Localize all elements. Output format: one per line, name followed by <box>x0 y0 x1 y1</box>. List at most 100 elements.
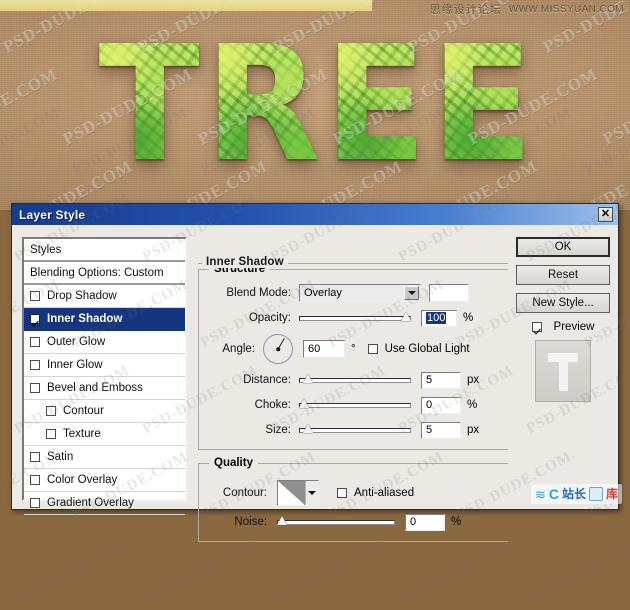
choke-slider[interactable] <box>299 398 411 412</box>
noise-thumb[interactable] <box>277 516 287 525</box>
style-row-contour[interactable]: Contour <box>24 400 185 423</box>
distance-slider[interactable] <box>299 373 411 387</box>
noise-row: Noise: 0 % <box>199 511 508 533</box>
style-row-label: Contour <box>63 405 104 417</box>
distance-input[interactable]: 5 <box>421 371 461 389</box>
blend-mode-value: Overlay <box>304 287 342 299</box>
style-row-outer-glow[interactable]: Outer Glow <box>24 331 185 354</box>
opacity-thumb[interactable] <box>401 312 411 321</box>
noise-unit: % <box>451 516 462 528</box>
preview-checkbox[interactable] <box>531 322 542 332</box>
opacity-slider[interactable] <box>299 311 411 325</box>
choke-thumb[interactable] <box>299 399 309 408</box>
opacity-input[interactable]: 100 <box>421 309 457 327</box>
size-input[interactable]: 5 <box>421 421 461 439</box>
dialog-titlebar[interactable]: Layer Style ✕ <box>12 204 618 225</box>
distance-value: 5 <box>426 374 433 386</box>
tree-letter-e2: E <box>430 12 532 198</box>
style-checkbox-8[interactable] <box>30 475 40 485</box>
size-thumb[interactable] <box>303 424 314 433</box>
style-checkbox-2[interactable] <box>30 337 40 347</box>
style-row-satin[interactable]: Satin <box>24 446 185 469</box>
styles-list-header[interactable]: Styles <box>24 239 185 262</box>
size-value: 5 <box>426 424 433 436</box>
use-global-light-checkbox[interactable] <box>367 344 378 354</box>
site-logo-tail: 库 <box>605 487 618 501</box>
styles-list[interactable]: Styles Blending Options: Custom Drop Sha… <box>22 237 187 515</box>
quality-fieldset: Quality Contour: Anti-aliased Noise: 0 % <box>198 457 508 542</box>
flame-icon: ≋ <box>534 486 546 502</box>
preview-row[interactable]: Preview <box>516 321 610 333</box>
tree-letter-e1: E <box>324 12 425 198</box>
structure-fieldset: Structure Blend Mode: Overlay Opacity: 1… <box>198 263 508 450</box>
anti-aliased-label: Anti-aliased <box>354 487 415 499</box>
noise-label: Noise: <box>234 516 267 528</box>
choke-unit: % <box>467 399 478 411</box>
style-checkbox-4[interactable] <box>30 383 40 393</box>
style-effect-rows: Drop Shadow Inner Shadow Outer Glow Inner G… <box>24 285 185 515</box>
style-row-bevel-and-emboss[interactable]: Bevel and Emboss <box>24 377 185 400</box>
style-checkbox-7[interactable] <box>30 452 40 462</box>
angle-value: 60 <box>308 343 321 355</box>
noise-value: 0 <box>410 516 417 528</box>
layer-style-dialog: Layer Style ✕ Styles Blending Options: C… <box>0 105 630 609</box>
style-row-inner-shadow[interactable]: Inner Shadow <box>24 308 185 331</box>
choke-label: Choke: <box>254 399 291 411</box>
anti-aliased-checkbox[interactable] <box>337 488 347 498</box>
size-label: Size: <box>265 424 291 436</box>
use-global-light-label: Use Global Light <box>384 343 470 355</box>
angle-hub <box>276 347 280 351</box>
contour-curve-icon <box>278 481 305 505</box>
site-watermark: 思缘设计论坛 WWW.MISSYUAN.COM <box>430 1 624 17</box>
style-row-inner-glow[interactable]: Inner Glow <box>24 354 185 377</box>
style-checkbox-5[interactable] <box>46 406 56 416</box>
contour-picker[interactable] <box>277 480 319 506</box>
size-slider[interactable] <box>299 423 411 437</box>
style-checkbox-9[interactable] <box>30 498 40 508</box>
style-row-drop-shadow[interactable]: Drop Shadow <box>24 285 185 308</box>
dialog-watermark: PSD-DUDE.COM <box>12 534 133 610</box>
contour-row: Contour: Anti-aliased <box>199 478 508 508</box>
style-checkbox-1[interactable] <box>30 314 40 324</box>
ok-button[interactable]: OK <box>516 237 610 257</box>
yellow-strip <box>0 0 372 11</box>
dialog-body: Styles Blending Options: Custom Drop Sha… <box>0 105 630 609</box>
blending-options-row[interactable]: Blending Options: Custom <box>24 262 185 285</box>
style-row-label: Inner Glow <box>47 359 103 371</box>
blend-mode-select[interactable]: Overlay <box>299 284 421 302</box>
noise-track <box>277 519 395 525</box>
dialog-watermark: PSD-DUDE.COM <box>140 534 261 610</box>
contour-chevron-down-icon[interactable] <box>305 481 318 505</box>
reset-button[interactable]: Reset <box>516 265 610 285</box>
style-checkbox-0[interactable] <box>30 291 40 301</box>
angle-label: Angle: <box>222 343 255 355</box>
style-row-label: Color Overlay <box>47 474 118 486</box>
site-watermark-url: WWW.MISSYUAN.COM <box>508 3 624 15</box>
document-icon <box>588 487 603 501</box>
shadow-color-swatch[interactable] <box>429 284 469 302</box>
noise-slider[interactable] <box>277 515 395 529</box>
style-checkbox-6[interactable] <box>46 429 56 439</box>
angle-input[interactable]: 60 <box>303 340 345 358</box>
choke-input[interactable]: 0 <box>421 396 461 414</box>
preview-thumbnail <box>535 340 591 402</box>
style-row-texture[interactable]: Texture <box>24 423 185 446</box>
choke-row: Choke: 0 % <box>199 394 508 416</box>
preview-letter-shape <box>548 353 578 391</box>
distance-thumb[interactable] <box>303 374 314 383</box>
noise-input[interactable]: 0 <box>405 513 445 531</box>
style-checkbox-3[interactable] <box>30 360 40 370</box>
styles-header-label: Styles <box>30 243 62 256</box>
tree-letter-r: R <box>204 12 319 198</box>
angle-dial[interactable] <box>263 334 293 364</box>
new-style-button[interactable]: New Style... <box>516 293 610 313</box>
chevron-down-icon[interactable] <box>404 286 419 300</box>
opacity-value: 100 <box>426 312 447 324</box>
style-row-gradient-overlay[interactable]: Gradient Overlay <box>24 492 185 515</box>
opacity-row: Opacity: 100 % <box>199 307 508 329</box>
close-icon[interactable]: ✕ <box>598 207 613 222</box>
distance-unit: px <box>467 374 480 386</box>
style-row-label: Bevel and Emboss <box>47 382 143 394</box>
style-row-color-overlay[interactable]: Color Overlay <box>24 469 185 492</box>
distance-row: Distance: 5 px <box>199 369 508 391</box>
